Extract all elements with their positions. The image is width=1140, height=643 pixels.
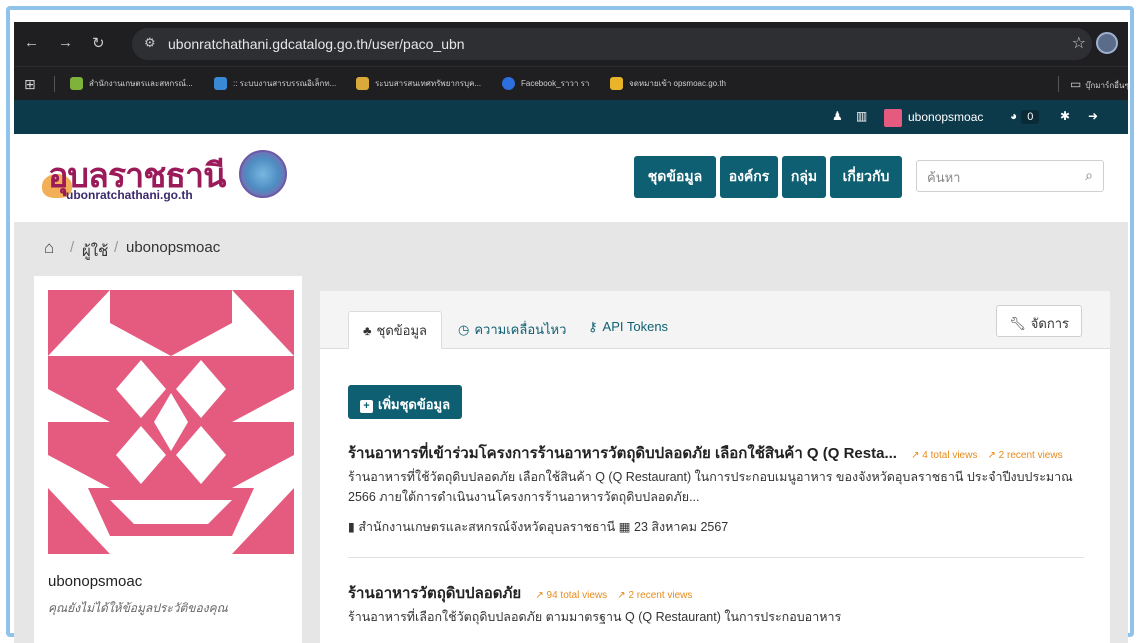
user-datasets-panel: ♣ ชุดข้อมูล ◷ ความเคลื่อนไหว ⚷ API Tokens 🔧… bbox=[320, 291, 1110, 643]
chart-icon: ↗ bbox=[987, 450, 999, 461]
dataset-org[interactable]: สำนักงานเกษตรและสหกรณ์จังหวัดอุบลราชธานี bbox=[358, 520, 615, 534]
favicon-icon bbox=[356, 77, 369, 91]
key-icon: ⚷ bbox=[588, 319, 598, 334]
bookmarks-bar: ⊞ สำนักงานเกษตรและสหกรณ์... :: ระบบงานสา… bbox=[14, 66, 1129, 100]
recent-views-badge: ↗ 2 recent views bbox=[987, 450, 1063, 461]
nav-organizations[interactable]: องค์กร bbox=[720, 156, 778, 198]
settings-gear-icon[interactable]: ✱ bbox=[1060, 109, 1070, 123]
bookmark-star-icon[interactable]: ☆ bbox=[1072, 33, 1086, 53]
dataset-item-title[interactable]: ร้านอาหารวัตถุดิบปลอดภัย ↗ 94 total view… bbox=[348, 581, 692, 605]
url-text: ubonratchathani.gdcatalog.go.th/user/pac… bbox=[168, 36, 465, 52]
screenshot-frame: ← → ↻ ⚙ ubonratchathani.gdcatalog.go.th/… bbox=[0, 0, 1140, 643]
back-icon[interactable]: ← bbox=[24, 34, 39, 51]
url-field[interactable]: ⚙ ubonratchathani.gdcatalog.go.th/user/p… bbox=[132, 28, 1092, 60]
search-icon[interactable]: ⌕ bbox=[1085, 167, 1093, 184]
site-header: อุบลราชธานี ubonratchathani.go.th ชุดข้อ… bbox=[14, 134, 1128, 222]
browser-address-bar: ← → ↻ ⚙ ubonratchathani.gdcatalog.go.th/… bbox=[14, 22, 1128, 66]
chart-icon: ↗ bbox=[911, 450, 923, 461]
site-logo-subtitle: ubonratchathani.go.th bbox=[66, 188, 193, 202]
site-account-strip: ♟ ▥ ubonopsmoac ◕ 0 ✱ ➜ bbox=[14, 100, 1128, 134]
profile-username: ubonopsmoac bbox=[48, 573, 143, 590]
apps-grid-icon[interactable]: ⊞ bbox=[24, 76, 36, 93]
dataset-item-meta: ▮ สำนักงานเกษตรและสหกรณ์จังหวัดอุบลราชธา… bbox=[348, 517, 728, 537]
folder-icon: ▭ bbox=[1070, 77, 1082, 91]
breadcrumb: ⌂ / ผู้ใช้ / ubonopsmoac bbox=[14, 222, 1128, 274]
dashboard-link[interactable]: ◕ 0 bbox=[1010, 109, 1040, 124]
identicon-graphic bbox=[48, 290, 294, 554]
manage-button[interactable]: 🔧︎ จัดการ bbox=[996, 305, 1082, 337]
clock-icon: ◷ bbox=[458, 322, 470, 337]
calendar-icon: ▦ bbox=[618, 520, 631, 534]
nav-groups[interactable]: กลุ่ม bbox=[782, 156, 826, 198]
dataset-item-description: ร้านอาหารที่เลือกใช้วัตถุดิบปลอดภัย ตามม… bbox=[348, 610, 842, 624]
avatar bbox=[884, 109, 902, 127]
chart-icon: ↗ bbox=[535, 590, 547, 601]
other-bookmarks[interactable]: ▭ บุ๊กมาร์กอื่นๆ bbox=[1070, 77, 1129, 92]
tab-bar: ♣ ชุดข้อมูล ◷ ความเคลื่อนไหว ⚷ API Tokens 🔧… bbox=[320, 291, 1110, 349]
wrench-icon: 🔧︎ bbox=[1009, 316, 1026, 331]
nav-about[interactable]: เกี่ยวกับ bbox=[830, 156, 902, 198]
province-seal-logo bbox=[239, 150, 287, 198]
bookmarks-divider bbox=[1058, 76, 1059, 92]
home-icon[interactable]: ⌂ bbox=[44, 238, 54, 258]
bookmark-item[interactable]: ระบบสารสนเทศทรัพยากรบุค... bbox=[356, 77, 481, 91]
divider bbox=[348, 557, 1084, 558]
sitemap-icon: ♣ bbox=[363, 323, 372, 338]
dataset-date: 23 สิงหาคม 2567 bbox=[634, 520, 729, 534]
mail-icon bbox=[610, 77, 623, 91]
breadcrumb-users[interactable]: ผู้ใช้ bbox=[82, 239, 108, 263]
dataset-item-title[interactable]: ร้านอาหารที่เข้าร่วมโครงการร้านอาหารวัตถ… bbox=[348, 441, 1063, 465]
breadcrumb-separator: / bbox=[70, 239, 75, 256]
search-box: ⌕ bbox=[916, 160, 1104, 192]
logout-icon[interactable]: ➜ bbox=[1088, 109, 1098, 123]
total-views-badge: ↗ 94 total views bbox=[535, 590, 608, 601]
tab-datasets[interactable]: ♣ ชุดข้อมูล bbox=[348, 311, 443, 349]
bookmark-item[interactable]: สำนักงานเกษตรและสหกรณ์... bbox=[70, 77, 193, 91]
user-identicon-avatar bbox=[48, 290, 294, 554]
dashboard-icon: ◕ bbox=[1010, 109, 1018, 123]
favicon-icon bbox=[70, 77, 83, 91]
plus-icon: + bbox=[360, 400, 373, 413]
building-icon: ▮ bbox=[348, 520, 355, 534]
profile-card: ubonopsmoac คุณยังไม่ได้ให้ข้อมูลประวัติ… bbox=[34, 276, 302, 643]
chart-icon: ↗ bbox=[617, 590, 629, 601]
add-dataset-button[interactable]: + เพิ่มชุดข้อมูล bbox=[348, 385, 463, 419]
reload-icon[interactable]: ↻ bbox=[92, 34, 105, 52]
browser-profile-avatar[interactable] bbox=[1096, 32, 1118, 54]
nav-datasets[interactable]: ชุดข้อมูล bbox=[634, 156, 716, 198]
bookmark-item[interactable]: จดหมายเข้า opsmoac.go.th bbox=[610, 77, 726, 91]
dataset-item-description: ร้านอาหารที่ใช้วัตถุดิบปลอดภัย เลือกใช้ส… bbox=[348, 470, 1073, 504]
bookmark-item[interactable]: Facebook_ราวา รา bbox=[502, 77, 589, 91]
site-info-icon[interactable]: ⚙ bbox=[144, 35, 156, 51]
breadcrumb-separator: / bbox=[114, 239, 119, 256]
total-views-badge: ↗ 4 total views bbox=[911, 450, 978, 461]
profile-bio: คุณยังไม่ได้ให้ข้อมูลประวัติของคุณ bbox=[48, 601, 228, 615]
breadcrumb-current-user[interactable]: ubonopsmoac bbox=[126, 239, 220, 256]
favicon-icon bbox=[214, 77, 227, 91]
account-link[interactable]: ubonopsmoac bbox=[884, 109, 983, 127]
bookmark-item[interactable]: :: ระบบงานสารบรรณอิเล็กท... bbox=[214, 77, 336, 91]
facebook-icon bbox=[502, 77, 515, 91]
dashboard-chart-icon[interactable]: ▥ bbox=[856, 109, 867, 123]
notification-badge: 0 bbox=[1021, 110, 1040, 124]
search-input[interactable] bbox=[927, 167, 1067, 187]
tab-activity[interactable]: ◷ ความเคลื่อนไหว bbox=[444, 311, 580, 349]
recent-views-badge: ↗ 2 recent views bbox=[617, 590, 693, 601]
tab-api-tokens[interactable]: ⚷ API Tokens bbox=[574, 311, 682, 349]
forward-icon[interactable]: → bbox=[58, 34, 73, 51]
user-icon[interactable]: ♟ bbox=[832, 109, 843, 123]
bookmarks-divider bbox=[54, 76, 55, 92]
